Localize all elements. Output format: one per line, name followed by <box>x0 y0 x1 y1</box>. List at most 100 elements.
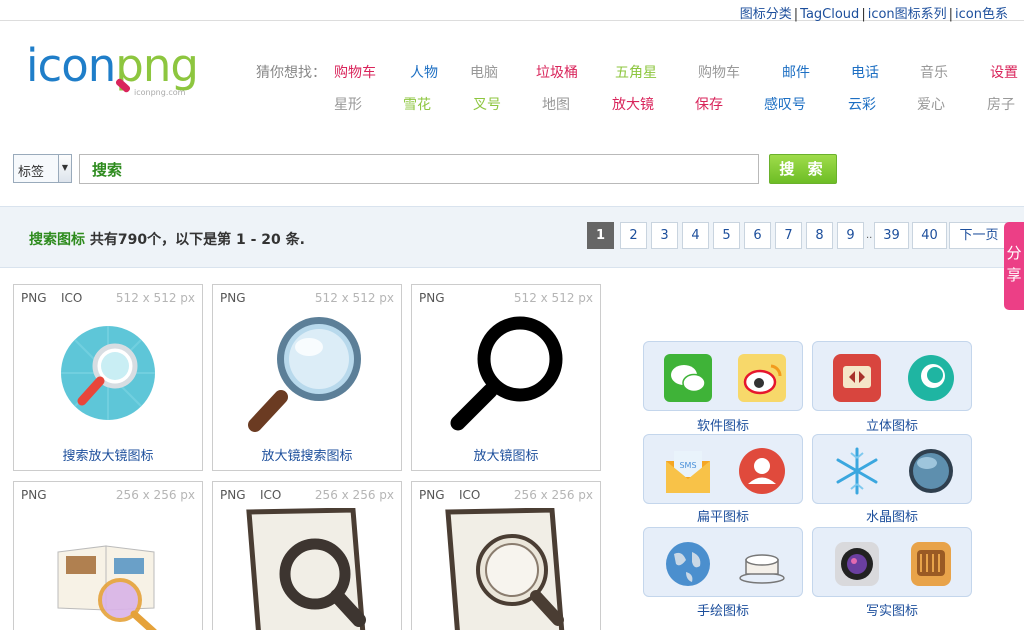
pagination-ellipsis: .. <box>866 230 873 241</box>
format-png-link[interactable]: PNG <box>419 488 445 502</box>
category-crystal-icons[interactable] <box>812 434 972 504</box>
sms-envelope-icon: SMS <box>666 451 710 493</box>
suggest-keyword[interactable]: 垃圾桶 <box>536 62 578 82</box>
suggest-keyword[interactable]: 房子 <box>987 94 1015 114</box>
suggest-keyword[interactable]: 云彩 <box>848 94 876 114</box>
page-4[interactable]: 4 <box>682 222 709 249</box>
suggest-keyword[interactable]: 设置 <box>990 62 1018 82</box>
icon-card[interactable]: PNG ICO 256 x 256 px <box>411 481 601 630</box>
format-png-link[interactable]: PNG <box>220 291 246 305</box>
icon-size: 256 x 256 px <box>513 488 593 502</box>
format-ico-link[interactable]: ICO <box>61 291 82 305</box>
snowflake-icon <box>836 447 878 495</box>
category-label[interactable]: 水晶图标 <box>812 506 972 525</box>
teal-swirl-icon <box>908 355 954 401</box>
toplink-tagcloud[interactable]: TagCloud <box>800 7 859 22</box>
icon-card[interactable]: PNG 256 x 256 px <box>13 481 203 630</box>
category-3d-icons[interactable] <box>812 341 972 411</box>
paper-magnifier-outline-icon[interactable] <box>412 508 600 630</box>
category-label[interactable]: 软件图标 <box>643 415 803 434</box>
dropdown-arrow-icon[interactable]: ▼ <box>58 155 71 182</box>
results-summary: 搜索图标 共有790个，以下是第 1 - 20 条. <box>29 229 305 249</box>
page-3[interactable]: 3 <box>651 222 678 249</box>
format-ico-link[interactable]: ICO <box>459 488 480 502</box>
suggest-keyword[interactable]: 感叹号 <box>764 94 806 114</box>
search-type-value: 标签 <box>18 165 45 180</box>
category-label[interactable]: 写实图标 <box>812 600 972 619</box>
category-handdrawn-icons[interactable] <box>643 527 803 597</box>
suggest-keyword[interactable]: 购物车 <box>698 62 740 82</box>
cake-sketch-icon <box>739 554 785 584</box>
format-png-link[interactable]: PNG <box>220 488 246 502</box>
suggest-keyword[interactable]: 爱心 <box>917 94 945 114</box>
radio-icon <box>911 542 951 586</box>
suggest-keyword[interactable]: 音乐 <box>920 62 948 82</box>
flat-magnifier-icon[interactable] <box>14 311 202 437</box>
icon-name-link[interactable]: 搜索放大镜图标 <box>14 445 202 464</box>
category-label[interactable]: 手绘图标 <box>643 600 803 619</box>
book-magnifier-icon[interactable] <box>14 508 202 630</box>
suggest-keyword[interactable]: 电脑 <box>470 62 498 82</box>
suggest-keyword[interactable]: 邮件 <box>782 62 810 82</box>
suggest-keyword[interactable]: 地图 <box>542 94 570 114</box>
category-label[interactable]: 扁平图标 <box>643 506 803 525</box>
format-png-link[interactable]: PNG <box>21 488 47 502</box>
next-page-button[interactable]: 下一页 <box>949 222 1009 249</box>
search-button[interactable]: 搜 索 <box>769 154 837 184</box>
weibo-icon <box>738 354 786 402</box>
suggest-keyword[interactable]: 人物 <box>410 62 438 82</box>
icon-card[interactable]: PNG 512 x 512 px 放大镜图标 <box>411 284 601 471</box>
crystal-globe-icon <box>909 449 953 493</box>
search-bar: 标签 ▼ 搜 索 <box>13 154 853 184</box>
paper-magnifier-icon[interactable] <box>213 508 401 630</box>
page-6[interactable]: 6 <box>744 222 771 249</box>
suggest-keyword[interactable]: 五角星 <box>615 62 657 82</box>
suggested-keywords: 猜你想找： 购物车 人物 电脑 垃圾桶 五角星 购物车 邮件 电话 音乐 设置 … <box>256 60 1024 120</box>
globe-sketch-icon <box>666 542 710 586</box>
page-39[interactable]: 39 <box>874 222 909 249</box>
page-8[interactable]: 8 <box>806 222 833 249</box>
icon-card[interactable]: PNG ICO 256 x 256 px <box>212 481 402 630</box>
suggest-keyword[interactable]: 放大镜 <box>612 94 654 114</box>
icon-size: 512 x 512 px <box>314 291 394 305</box>
results-prefix: 搜索图标 <box>29 232 85 248</box>
top-links-bar: 图标分类 | TagCloud | icon图标系列 | icon色系 <box>0 0 1024 22</box>
page-7[interactable]: 7 <box>775 222 802 249</box>
share-tab[interactable]: 分享 <box>1004 222 1024 310</box>
suggest-keyword[interactable]: 电话 <box>851 62 879 82</box>
suggest-keyword[interactable]: 购物车 <box>334 62 376 82</box>
search-input[interactable] <box>79 154 759 184</box>
category-label[interactable]: 立体图标 <box>812 415 972 434</box>
page-5[interactable]: 5 <box>713 222 740 249</box>
black-magnifier-icon[interactable] <box>412 311 600 437</box>
toplink-icon-colors[interactable]: icon色系 <box>955 7 1008 22</box>
icon-card[interactable]: PNG ICO 512 x 512 px 搜索放大镜图标 <box>13 284 203 471</box>
toplink-icon-categories[interactable]: 图标分类 <box>740 7 792 22</box>
page-1[interactable]: 1 <box>587 222 614 249</box>
format-png-link[interactable]: PNG <box>419 291 445 305</box>
user-circle-icon <box>739 448 785 494</box>
icon-size: 256 x 256 px <box>115 488 195 502</box>
suggest-keyword[interactable]: 雪花 <box>403 94 431 114</box>
category-realistic-icons[interactable] <box>812 527 972 597</box>
category-software-icons[interactable] <box>643 341 803 411</box>
icon-name-link[interactable]: 放大镜图标 <box>412 445 600 464</box>
suggest-keyword[interactable]: 保存 <box>695 94 723 114</box>
glass-magnifier-icon[interactable] <box>213 311 401 437</box>
suggest-keyword[interactable]: 星形 <box>334 94 362 114</box>
format-png-link[interactable]: PNG <box>21 291 47 305</box>
icon-name-link[interactable]: 放大镜搜索图标 <box>213 445 401 464</box>
page-9[interactable]: 9 <box>837 222 864 249</box>
page-2[interactable]: 2 <box>620 222 647 249</box>
category-flat-icons[interactable]: SMS <box>643 434 803 504</box>
suggest-keyword[interactable]: 叉号 <box>473 94 501 114</box>
site-logo[interactable]: iconpng iconpng.com <box>26 40 226 110</box>
page-40[interactable]: 40 <box>912 222 947 249</box>
icon-card[interactable]: PNG 512 x 512 px 放大镜搜索图标 <box>212 284 402 471</box>
search-type-select[interactable]: 标签 ▼ <box>13 154 72 183</box>
format-ico-link[interactable]: ICO <box>260 488 281 502</box>
red-app-icon <box>833 354 881 402</box>
results-bar: 搜索图标 共有790个，以下是第 1 - 20 条. 1 2 3 4 5 6 7… <box>0 206 1024 268</box>
toplink-icon-series[interactable]: icon图标系列 <box>868 7 947 22</box>
icon-size: 512 x 512 px <box>115 291 195 305</box>
